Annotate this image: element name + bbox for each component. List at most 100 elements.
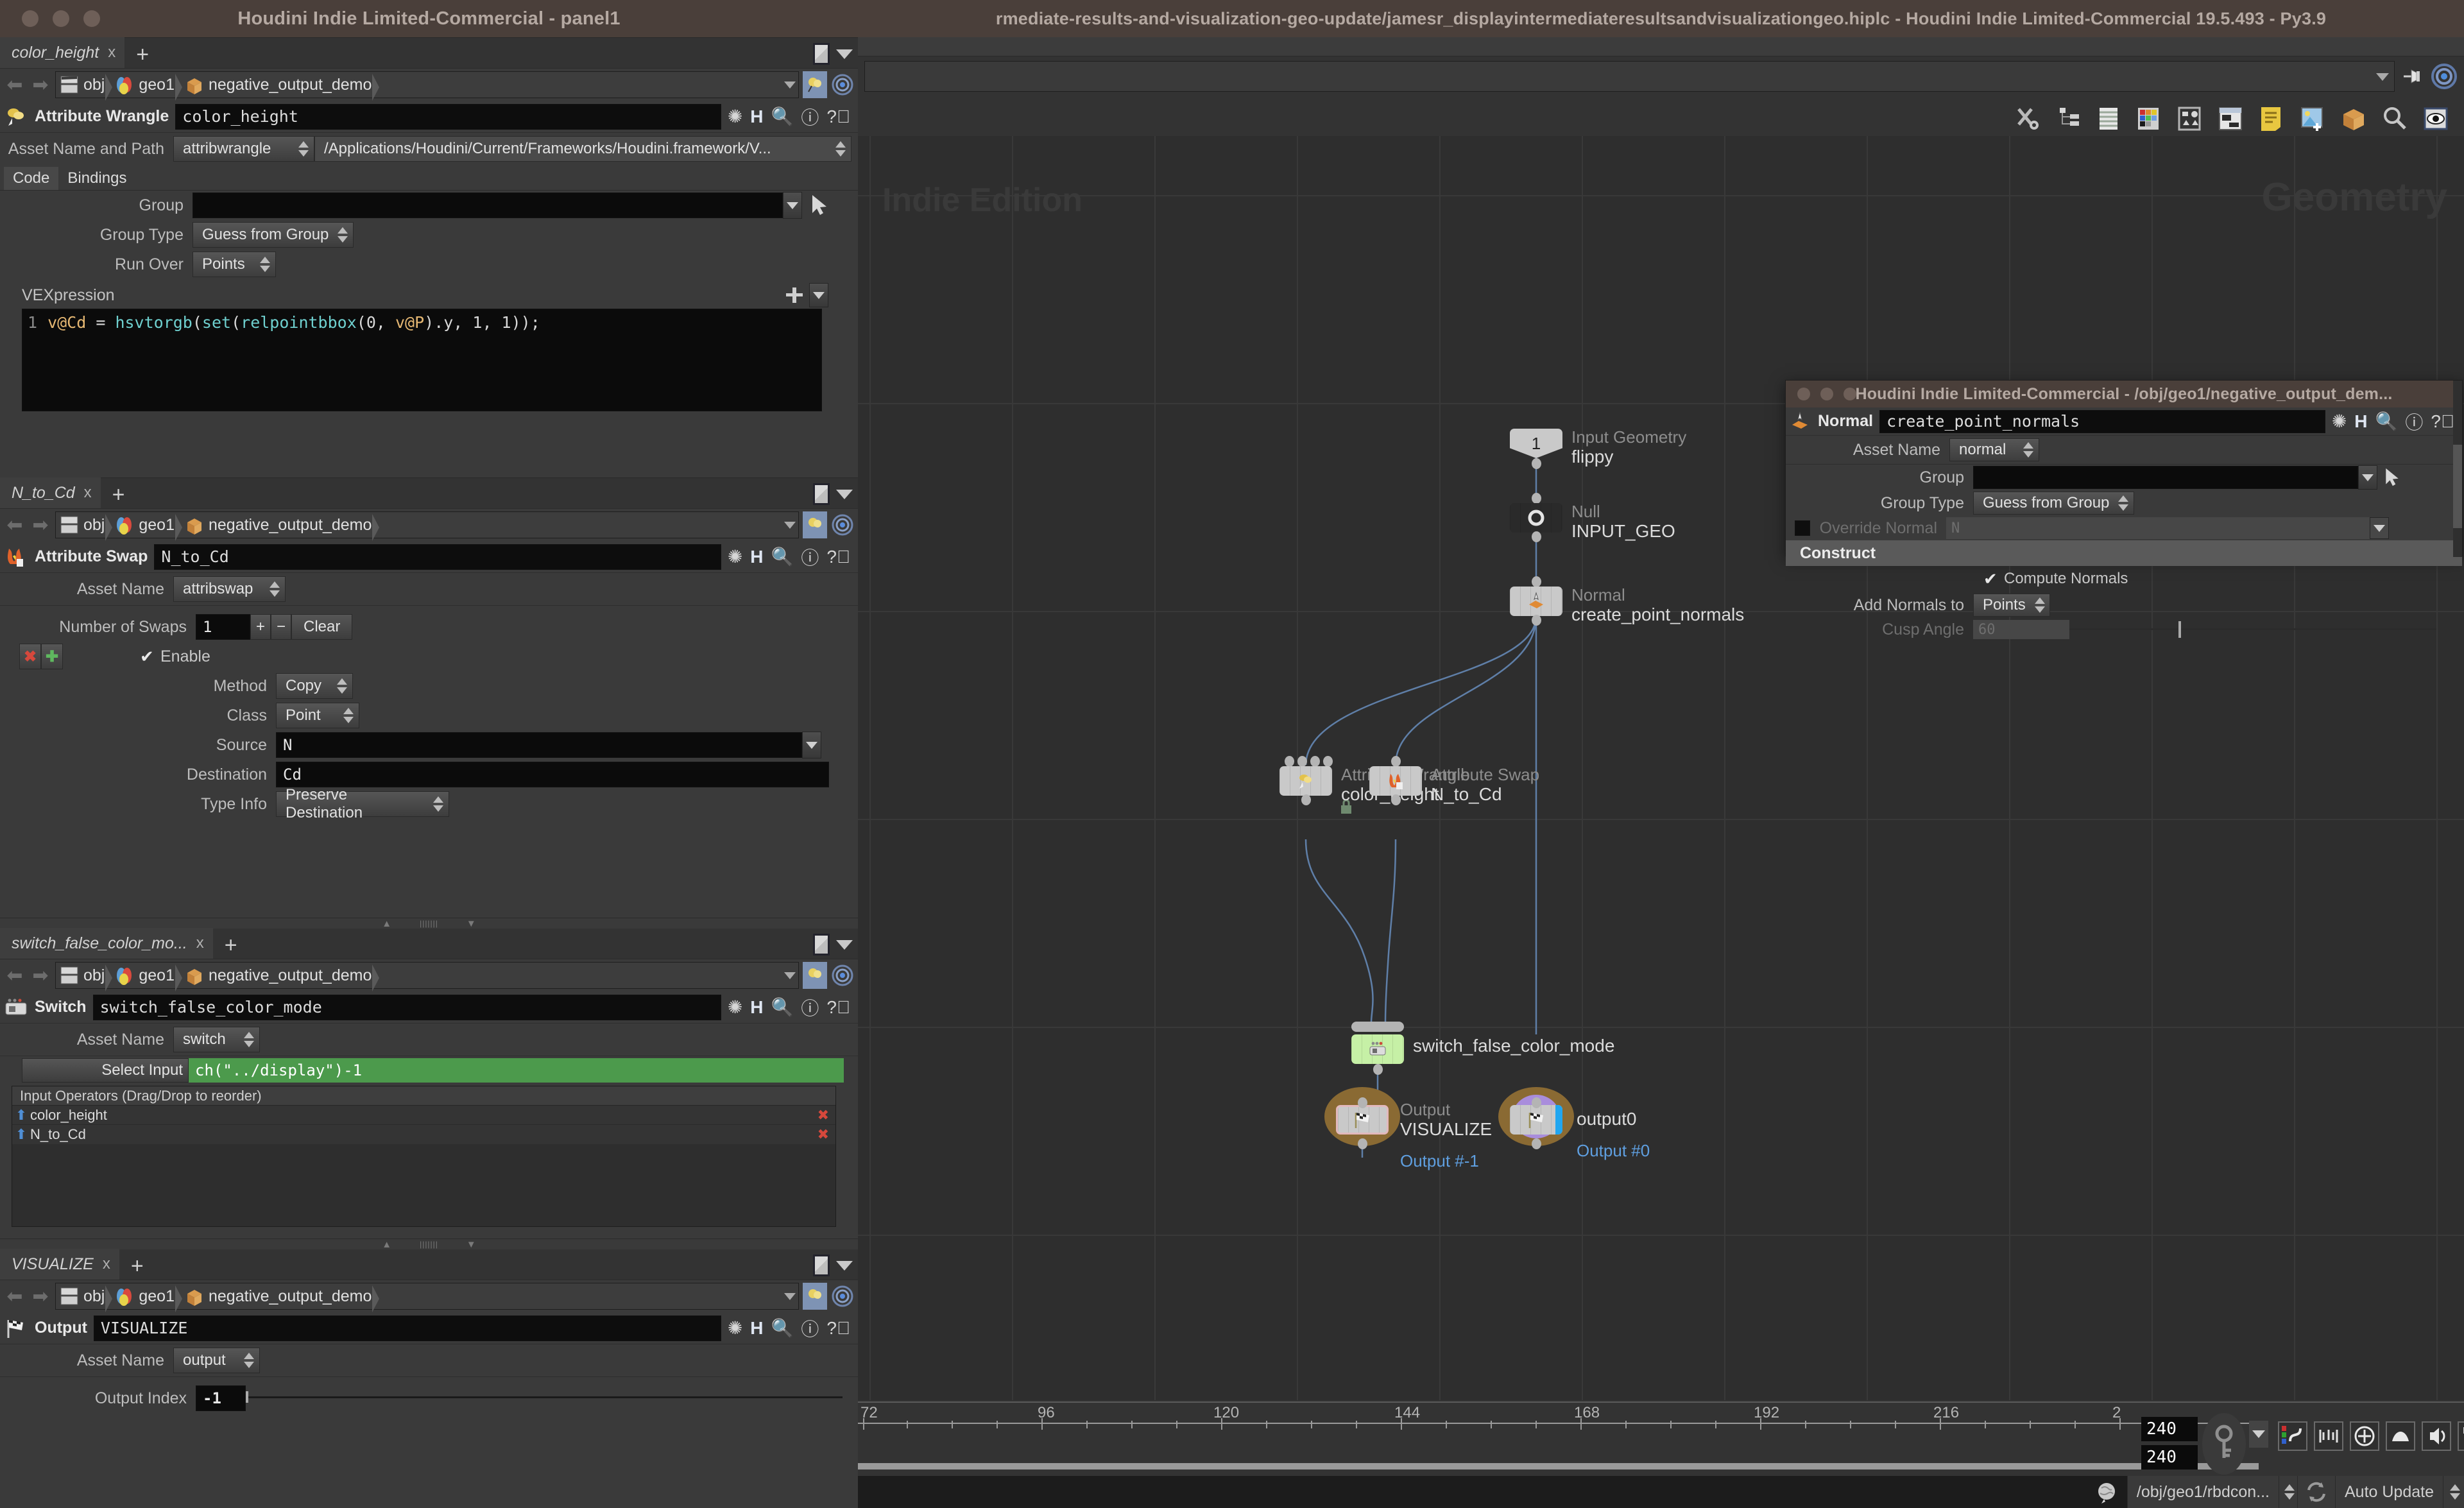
node-body[interactable] [1336, 1105, 1389, 1135]
input-connector-3[interactable] [1323, 756, 1333, 767]
add-tab-icon[interactable]: + [124, 44, 160, 68]
close-icon[interactable]: x [84, 484, 92, 502]
output-index-slider[interactable] [246, 1386, 843, 1410]
input-connector-2[interactable] [1310, 756, 1320, 767]
forward-icon[interactable]: ➡ [30, 514, 51, 536]
chevron-down-icon[interactable] [836, 939, 853, 950]
output-connector[interactable] [1532, 1138, 1541, 1149]
tab-options[interactable] [813, 934, 853, 955]
asset-name-dropdown[interactable]: switch [173, 1027, 260, 1052]
list-view-icon[interactable] [2096, 104, 2121, 133]
override-normal-dropdown-icon[interactable] [2370, 517, 2389, 539]
node-body[interactable] [1279, 766, 1332, 796]
add-tab-icon[interactable]: + [119, 1255, 155, 1280]
tree-list-icon[interactable] [2057, 104, 2083, 133]
tab-options[interactable] [813, 43, 853, 65]
override-normal-checkbox[interactable] [1795, 520, 1810, 536]
breadcrumb[interactable]: obj geo1 negative_output_demo [55, 1283, 799, 1312]
output-connector[interactable] [1358, 1138, 1367, 1149]
cusp-angle-slider[interactable] [2069, 620, 2436, 639]
info-icon[interactable]: ⓘ [2405, 409, 2423, 434]
main-menubar[interactable] [858, 37, 2464, 56]
timeline[interactable]: 72 96 120 144 168 192 216 2 240 240 [858, 1400, 2464, 1476]
add-swap-button[interactable]: + [250, 614, 271, 640]
tab-code[interactable]: Code [4, 167, 59, 190]
spinner-icon[interactable] [2034, 597, 2045, 613]
shapes-icon[interactable] [2175, 104, 2203, 133]
node-name-field[interactable]: N_to_Cd [154, 544, 721, 570]
node-visualize[interactable]: Output VISUALIZE Output #-1 [1324, 1087, 1492, 1170]
add-normals-dropdown[interactable]: Points [1973, 594, 2050, 617]
remove-swap-button[interactable]: − [271, 614, 291, 640]
node-switch-false-color-mode[interactable]: switch_false_color_mode [1351, 1022, 1614, 1075]
houdini-h-icon[interactable]: H [750, 997, 763, 1018]
target-icon[interactable] [831, 1285, 854, 1308]
layout-icon[interactable] [2216, 104, 2245, 133]
timeline-scrollbar[interactable] [858, 1463, 2259, 1469]
add-image-icon[interactable] [2298, 104, 2327, 133]
node-output0[interactable]: output0 Output #0 [1498, 1087, 1650, 1160]
network-path-field[interactable] [864, 61, 2395, 92]
display-eye-icon[interactable] [2422, 104, 2450, 133]
breadcrumb-item-geo1[interactable]: geo1 [115, 514, 184, 541]
destination-input[interactable]: Cd [276, 762, 829, 787]
breadcrumb-dropdown-icon[interactable] [784, 1292, 796, 1300]
add-tab-icon[interactable]: + [101, 484, 137, 508]
breadcrumb[interactable]: obj geo1 negative_output_demo [55, 71, 799, 101]
breadcrumb-item-negative-output-demo[interactable]: negative_output_demo [185, 74, 381, 101]
target-icon[interactable] [831, 513, 854, 536]
search-icon[interactable]: 🔍 [771, 546, 794, 567]
select-input-label[interactable]: Select Input [22, 1058, 189, 1083]
number-of-swaps-input[interactable]: 1 [196, 614, 250, 640]
breadcrumb-dropdown-icon[interactable] [784, 521, 796, 529]
node-color-height[interactable]: Attribute Wrangle color_height [1279, 756, 1469, 814]
source-dropdown-icon[interactable] [802, 732, 821, 758]
group-type-dropdown[interactable]: Guess from Group [1973, 492, 2135, 515]
input-connector-1[interactable] [1297, 756, 1307, 767]
input-connector[interactable] [1532, 1097, 1541, 1108]
window-controls[interactable] [1797, 388, 1856, 400]
help-icon[interactable]: ?⃝ [826, 997, 850, 1018]
close-icon[interactable]: x [103, 1255, 110, 1273]
status-path[interactable]: /obj/geo1/rbdcon... [2126, 1476, 2279, 1508]
pick-cursor-icon[interactable] [809, 194, 830, 217]
houdini-h-icon[interactable]: H [750, 1318, 763, 1339]
gear-icon[interactable]: ✺ [728, 546, 742, 567]
list-item[interactable]: ⬆ N_to_Cd ✖ [12, 1125, 835, 1144]
group-type-dropdown[interactable]: Guess from Group [193, 222, 354, 248]
chevron-down-icon[interactable] [836, 489, 853, 499]
node-input-geo[interactable]: Null INPUT_GEO [1510, 493, 1675, 542]
gear-icon[interactable]: ✺ [728, 106, 742, 127]
breadcrumb-item-geo1[interactable]: geo1 [115, 964, 184, 991]
end-frame-field[interactable]: 240 [2141, 1445, 2198, 1469]
forward-icon[interactable]: ➡ [30, 1285, 51, 1308]
spinner-icon[interactable] [2118, 495, 2129, 511]
panel-swatch-icon[interactable] [813, 483, 830, 505]
node-body[interactable] [1351, 1034, 1404, 1064]
gear-icon[interactable]: ✺ [2332, 411, 2347, 432]
spinner-icon[interactable] [244, 1353, 254, 1368]
network-editor[interactable]: Indie Edition Geometry 1 Input Geometry … [858, 136, 2464, 1400]
breadcrumb[interactable]: obj geo1 negative_output_demo [55, 962, 799, 991]
breadcrumb-item-negative-output-demo[interactable]: negative_output_demo [185, 1285, 381, 1312]
breadcrumb-dropdown-icon[interactable] [784, 81, 796, 89]
spinner-icon[interactable] [433, 796, 443, 812]
node-body[interactable] [1510, 503, 1562, 533]
run-over-dropdown[interactable]: Points [193, 252, 276, 277]
refresh-icon[interactable] [2297, 1476, 2335, 1508]
panel-splitter[interactable]: ▲ ||||||| ▼ [0, 1239, 858, 1250]
target-icon[interactable] [831, 964, 854, 987]
breadcrumb-item-negative-output-demo[interactable]: negative_output_demo [185, 514, 381, 541]
output-index-input[interactable]: -1 [196, 1385, 246, 1411]
select-input-field[interactable]: ch("../display")-1 [189, 1058, 844, 1083]
breadcrumb-item-geo1[interactable]: geo1 [115, 74, 184, 101]
panel-splitter[interactable]: ▲ ||||||| ▼ [0, 918, 858, 929]
input-connector[interactable] [1532, 576, 1541, 587]
search-icon[interactable]: 🔍 [771, 106, 794, 127]
list-item[interactable]: ⬆ color_height ✖ [12, 1106, 835, 1125]
panel-swatch-icon[interactable] [813, 934, 830, 955]
output-connector[interactable] [1532, 458, 1541, 469]
node-body[interactable] [1369, 766, 1422, 796]
tab-visualize[interactable]: VISUALIZE x [0, 1249, 119, 1280]
asset-name-dropdown[interactable]: output [173, 1348, 260, 1373]
